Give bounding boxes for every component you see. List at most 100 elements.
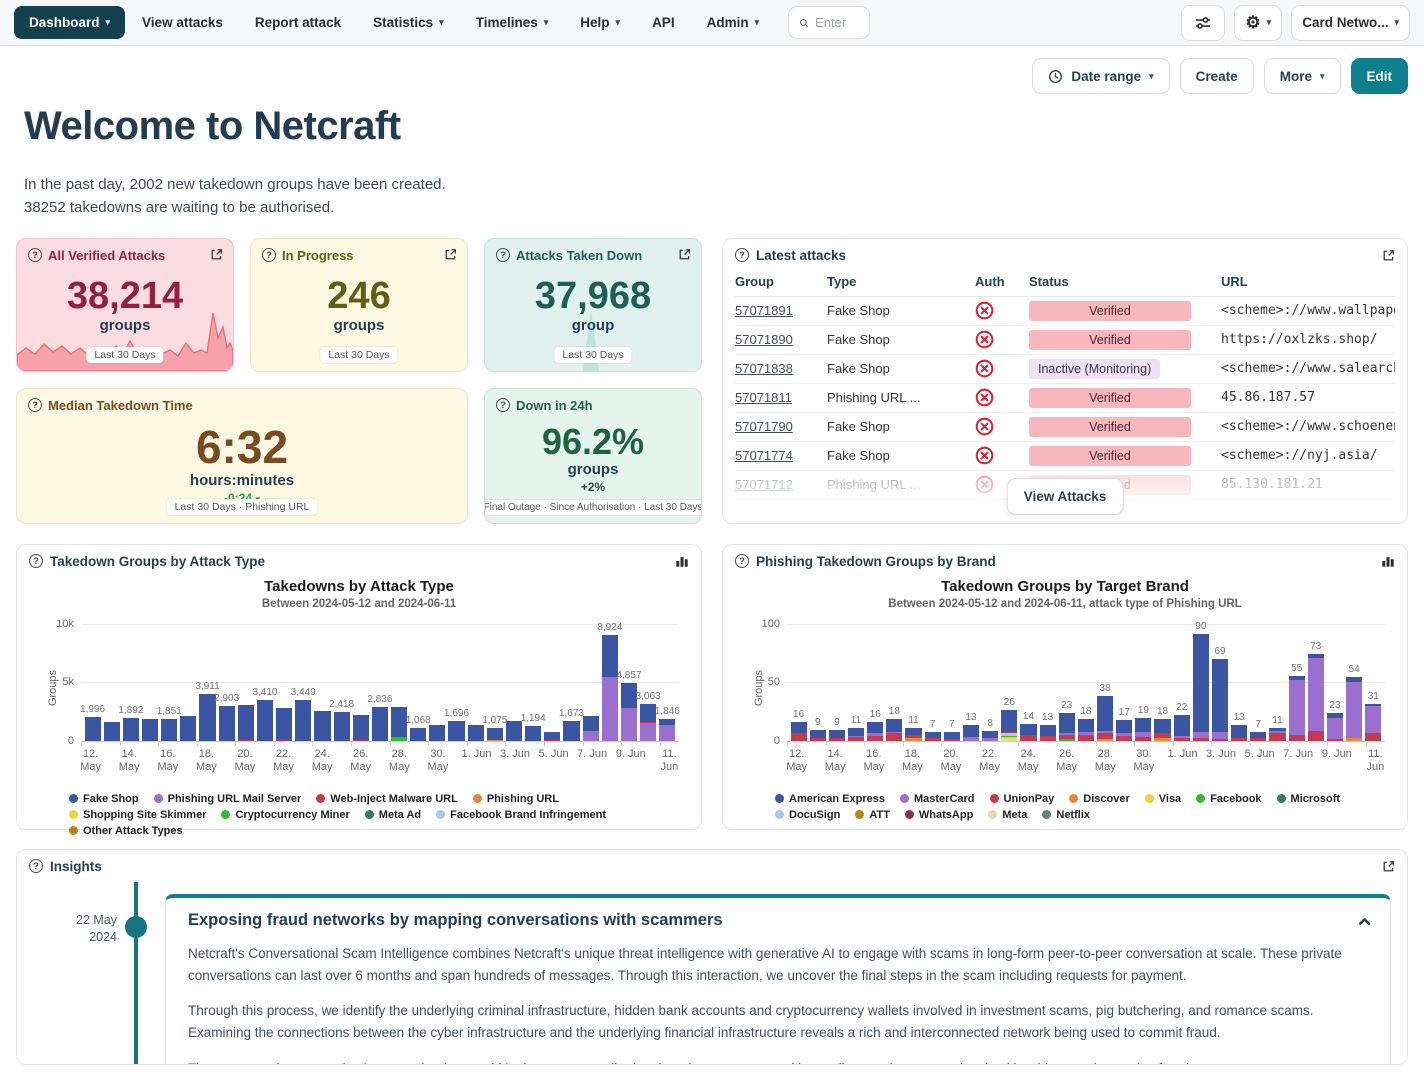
bar-18-may[interactable]: 11	[905, 728, 921, 741]
external-link-icon[interactable]	[444, 248, 457, 261]
legend-item-phishing-url-mail-server[interactable]: Phishing URL Mail Server	[154, 793, 302, 805]
legend-item-shopping-site-skimmer[interactable]: Shopping Site Skimmer	[69, 809, 206, 821]
group-link[interactable]: 57071891	[735, 303, 793, 318]
bar-14-may[interactable]: 9	[829, 730, 845, 741]
bar-29-may[interactable]: 17	[1116, 720, 1132, 740]
bar-11-jun[interactable]: 31	[1365, 704, 1381, 741]
bar-8-jun[interactable]: 73	[1308, 654, 1324, 740]
bar-27-may[interactable]: 18	[1078, 719, 1094, 740]
bar-18-may[interactable]: 3,911	[199, 694, 215, 740]
bar-25-may[interactable]: 13	[1040, 725, 1056, 740]
legend-item-docusign[interactable]: DocuSign	[775, 809, 840, 821]
legend-item-facebook-brand-infringement[interactable]: Facebook Brand Infringement	[436, 809, 606, 821]
bar-14-may[interactable]: 1,892	[123, 718, 139, 740]
legend-item-phishing-url[interactable]: Phishing URL	[473, 793, 559, 805]
help-icon[interactable]: ?	[29, 859, 43, 873]
bar-20-may[interactable]: 7	[944, 732, 960, 740]
help-icon[interactable]: ?	[28, 248, 42, 262]
edit-button[interactable]: Edit	[1351, 58, 1409, 94]
help-icon[interactable]: ?	[262, 248, 276, 262]
auth-denied-icon[interactable]	[975, 330, 994, 349]
bar-2-jun[interactable]: 90	[1193, 634, 1209, 740]
bar-10-jun[interactable]: 54	[1346, 677, 1362, 741]
bar-5-jun[interactable]: 7	[1250, 732, 1266, 740]
external-link-icon[interactable]	[210, 248, 223, 261]
bar-31-may[interactable]: 1,696	[448, 721, 464, 741]
legend-item-meta[interactable]: Meta	[988, 809, 1027, 821]
bar-17-may[interactable]: 18	[886, 719, 902, 740]
help-icon[interactable]: ?	[735, 554, 749, 568]
auth-denied-icon[interactable]	[975, 417, 994, 436]
nav-item-dashboard[interactable]: Dashboard▾	[14, 6, 125, 39]
help-icon[interactable]: ?	[496, 248, 510, 262]
bar-17-may[interactable]	[180, 716, 196, 740]
bar-27-may[interactable]: 2,836	[372, 707, 388, 741]
bar-22-may[interactable]	[276, 708, 292, 741]
legend-item-unionpay[interactable]: UnionPay	[990, 793, 1055, 805]
external-link-icon[interactable]	[1382, 249, 1395, 262]
bar-23-may[interactable]: 26	[1001, 710, 1017, 741]
legend-item-mastercard[interactable]: MasterCard	[900, 793, 975, 805]
legend-item-whatsapp[interactable]: WhatsApp	[905, 809, 973, 821]
help-icon[interactable]: ?	[29, 554, 43, 568]
bar-26-may[interactable]: 23	[1059, 713, 1075, 740]
nav-item-help[interactable]: Help▾	[565, 6, 635, 39]
settings-button[interactable]: ⚙ ▾	[1234, 5, 1282, 41]
view-attacks-button[interactable]: View Attacks	[1007, 478, 1124, 515]
bar-16-may[interactable]: 1,851	[161, 719, 177, 741]
bar-1-jun[interactable]	[468, 725, 484, 740]
legend-item-other-attack-types[interactable]: Other Attack Types	[69, 825, 183, 837]
bar-7-jun[interactable]: 55	[1289, 676, 1305, 741]
bar-24-may[interactable]: 14	[1020, 724, 1036, 740]
bar-15-may[interactable]: 11	[848, 728, 864, 741]
nav-item-timelines[interactable]: Timelines▾	[461, 6, 564, 39]
bar-26-may[interactable]	[353, 715, 369, 741]
search-input[interactable]	[815, 15, 859, 30]
bar-3-jun[interactable]: 69	[1212, 659, 1228, 740]
nav-item-admin[interactable]: Admin▾	[692, 6, 775, 39]
bar-5-jun[interactable]	[544, 732, 560, 740]
bar-6-jun[interactable]: 1,673	[563, 721, 579, 741]
legend-item-netflix[interactable]: Netflix	[1042, 809, 1090, 821]
legend-item-fake-shop[interactable]: Fake Shop	[69, 793, 139, 805]
bar-12-may[interactable]: 1,996	[85, 717, 101, 741]
legend-item-discover[interactable]: Discover	[1069, 793, 1129, 805]
group-link[interactable]: 57071838	[735, 361, 793, 376]
help-icon[interactable]: ?	[735, 248, 749, 262]
create-button[interactable]: Create	[1180, 58, 1254, 94]
bar-25-may[interactable]: 2,418	[334, 712, 350, 741]
bar-1-jun[interactable]: 22	[1174, 715, 1190, 741]
bar-10-jun[interactable]: 3,063	[640, 704, 656, 740]
nav-item-report-attack[interactable]: Report attack	[240, 6, 356, 39]
legend-item-microsoft[interactable]: Microsoft	[1277, 793, 1341, 805]
bar-15-may[interactable]	[142, 719, 158, 740]
bar-6-jun[interactable]: 11	[1269, 728, 1285, 741]
search-box[interactable]	[788, 6, 870, 39]
legend-item-meta-ad[interactable]: Meta Ad	[365, 809, 421, 821]
group-link[interactable]: 57071712	[735, 477, 793, 492]
help-icon[interactable]: ?	[28, 398, 42, 412]
bar-28-may[interactable]: 38	[1097, 696, 1113, 741]
chart-type-icon[interactable]	[675, 554, 689, 568]
bar-28-may[interactable]	[391, 707, 407, 741]
bar-2-jun[interactable]: 1,075	[487, 728, 503, 741]
account-menu-button[interactable]: Card Netwo... ▾	[1291, 5, 1410, 41]
legend-item-cryptocurrency-miner[interactable]: Cryptocurrency Miner	[221, 809, 349, 821]
nav-item-view-attacks[interactable]: View attacks	[127, 6, 238, 39]
bar-21-may[interactable]: 13	[963, 725, 979, 740]
chart-type-icon[interactable]	[1381, 554, 1395, 568]
bar-12-may[interactable]: 16	[791, 722, 807, 741]
auth-denied-icon[interactable]	[975, 301, 994, 320]
legend-item-facebook[interactable]: Facebook	[1196, 793, 1261, 805]
bar-16-may[interactable]: 16	[867, 722, 883, 741]
bar-29-may[interactable]: 1,068	[410, 728, 426, 741]
bar-19-may[interactable]: 2,903	[219, 706, 235, 740]
more-button[interactable]: More ▾	[1264, 58, 1341, 94]
bar-20-may[interactable]	[238, 705, 254, 741]
auth-denied-icon[interactable]	[975, 388, 994, 407]
bar-7-jun[interactable]	[583, 716, 599, 741]
legend-item-att[interactable]: ATT	[855, 809, 890, 821]
filters-button[interactable]	[1181, 5, 1225, 41]
group-link[interactable]: 57071774	[735, 448, 793, 463]
bar-11-jun[interactable]: 1,846	[659, 719, 675, 741]
